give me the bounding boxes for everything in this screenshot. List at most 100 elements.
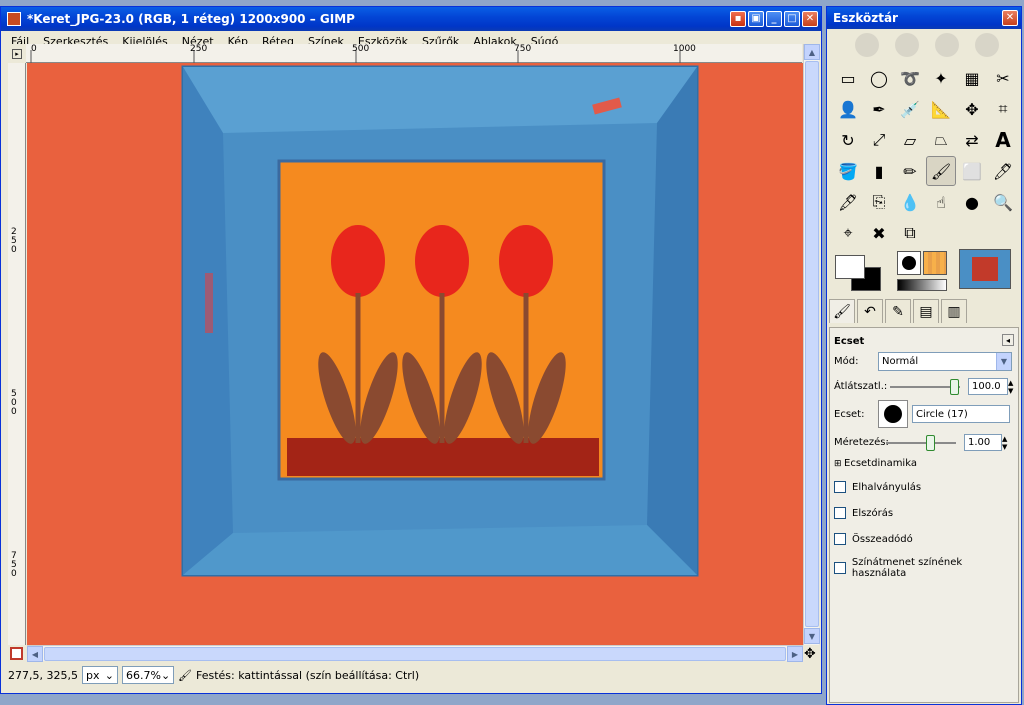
incremental-label: Összeadódó: [852, 533, 913, 545]
maximize-button[interactable]: □: [784, 11, 800, 27]
minimize-button[interactable]: _: [766, 11, 782, 27]
tab-tool-options[interactable]: 🖌: [829, 299, 855, 323]
gradient-preview[interactable]: [897, 279, 947, 291]
jitter-checkbox[interactable]: [834, 507, 846, 519]
ruler-label: 750: [514, 44, 532, 54]
scroll-up-button[interactable]: ▲: [804, 44, 820, 60]
rect-select-icon[interactable]: ▭: [833, 63, 863, 93]
mode-row: Mód: Normál ▼: [834, 352, 1016, 371]
incremental-checkbox-row[interactable]: Összeadódó: [834, 533, 913, 545]
pattern-preview[interactable]: [923, 251, 947, 275]
tool-options-title: Ecset: [834, 336, 865, 347]
image-window-titlebar[interactable]: *Keret_JPG-23.0 (RGB, 1 réteg) 1200x900 …: [1, 7, 821, 31]
clone-icon[interactable]: ⎘: [864, 187, 894, 217]
horizontal-scrollbar[interactable]: ◀ ▶: [27, 645, 803, 662]
heal-icon[interactable]: 💧: [895, 187, 925, 217]
ink-icon[interactable]: 🖋: [833, 187, 863, 217]
size-slider-handle[interactable]: [926, 434, 935, 451]
tab-paths[interactable]: ✎: [885, 299, 911, 323]
active-image-thumbnail[interactable]: [959, 249, 1011, 289]
pointer-coordinates: 277,5, 325,5: [8, 668, 78, 682]
pencil-icon[interactable]: ✏: [895, 156, 925, 186]
size-spinbox[interactable]: 1.00: [964, 434, 1002, 451]
brush-dynamics-expander[interactable]: ⊞ Ecsetdinamika: [834, 458, 917, 469]
gimp-icon[interactable]: ▪: [730, 11, 746, 27]
scroll-left-button[interactable]: ◀: [27, 646, 43, 662]
vertical-scrollbar[interactable]: ▲ ▼: [803, 44, 820, 645]
horizontal-ruler[interactable]: 0 250 500 750 1000: [26, 44, 802, 63]
mode-dropdown[interactable]: Normál ▼: [878, 352, 1012, 371]
crop-icon[interactable]: ⌗: [988, 94, 1018, 124]
dodge-burn-icon[interactable]: ●: [957, 187, 987, 217]
fuzzy-select-icon[interactable]: ✦: [926, 63, 956, 93]
foreground-color-swatch[interactable]: [835, 255, 865, 279]
fade-checkbox[interactable]: [834, 481, 846, 493]
bucket-fill-icon[interactable]: 🪣: [833, 156, 863, 186]
scissors-icon[interactable]: ✂: [988, 63, 1018, 93]
incremental-checkbox[interactable]: [834, 533, 846, 545]
toolbox-titlebar[interactable]: Eszköztár ✕: [827, 7, 1021, 29]
warp-icon[interactable]: ⧉: [895, 218, 925, 248]
color-select-icon[interactable]: ▦: [957, 63, 987, 93]
scroll-down-button[interactable]: ▼: [804, 628, 820, 644]
spin-arrows-icon[interactable]: ▲ ▼: [1008, 379, 1013, 395]
fade-checkbox-row[interactable]: Elhalványulás: [834, 481, 921, 493]
perspective-icon[interactable]: ⏢: [926, 125, 956, 155]
measure-icon[interactable]: 📐: [926, 94, 956, 124]
brush-row: Ecset: Circle (17): [834, 400, 1016, 428]
panel-menu-icon[interactable]: ◂: [1002, 334, 1014, 346]
airbrush-icon[interactable]: 🖊: [988, 156, 1018, 186]
jitter-checkbox-row[interactable]: Elszórás: [834, 507, 893, 519]
unit-value: px: [86, 668, 100, 682]
zoom-icon[interactable]: 🔍: [988, 187, 1018, 217]
foreground-select-icon[interactable]: 👤: [833, 94, 863, 124]
brush-pattern-gradient-selector[interactable]: [897, 251, 949, 293]
align-icon[interactable]: ⌖: [833, 218, 863, 248]
blend-icon[interactable]: ▮: [864, 156, 894, 186]
paintbrush-icon[interactable]: 🖌: [926, 156, 956, 186]
horizontal-scroll-thumb[interactable]: [44, 647, 786, 661]
ellipse-select-icon[interactable]: ◯: [864, 63, 894, 93]
brush-name-field[interactable]: Circle (17): [912, 405, 1010, 423]
gimp-app-icon[interactable]: [7, 12, 21, 26]
eraser-icon[interactable]: ⬜: [957, 156, 987, 186]
smudge-icon[interactable]: ☝: [926, 187, 956, 217]
navigate-icon[interactable]: ✥: [804, 646, 816, 662]
free-select-icon[interactable]: ➰: [895, 63, 925, 93]
scale-icon[interactable]: ⤢: [864, 125, 894, 155]
quick-mask-toggle[interactable]: [10, 647, 23, 660]
opacity-slider-handle[interactable]: [950, 378, 959, 395]
close-button[interactable]: ✕: [802, 11, 818, 27]
image-canvas[interactable]: [27, 63, 803, 645]
vertical-ruler[interactable]: 2 5 0 5 0 0 7 5 0: [8, 63, 26, 645]
fg-bg-color-selector[interactable]: [833, 253, 885, 295]
rotate-icon[interactable]: ↻: [833, 125, 863, 155]
text-icon[interactable]: A: [988, 125, 1018, 155]
jitter-label: Elszórás: [852, 507, 894, 519]
brush-button[interactable]: [878, 400, 908, 428]
gradient-color-checkbox[interactable]: [834, 562, 846, 574]
opacity-slider[interactable]: [890, 378, 960, 395]
scroll-right-button[interactable]: ▶: [787, 646, 803, 662]
tab-channels[interactable]: ▥: [941, 299, 967, 323]
ruler-corner-menu[interactable]: ▸: [8, 44, 26, 63]
restore-icon[interactable]: ▣: [748, 11, 764, 27]
toolbox-close-button[interactable]: ✕: [1002, 10, 1018, 26]
opacity-spinbox[interactable]: 100.0: [968, 378, 1008, 395]
flip-icon[interactable]: ⇄: [957, 125, 987, 155]
cage-icon[interactable]: ✖: [864, 218, 894, 248]
vertical-scroll-thumb[interactable]: [805, 61, 819, 627]
size-slider[interactable]: [886, 434, 956, 451]
unit-select[interactable]: px ⌄: [82, 666, 118, 684]
zoom-select[interactable]: 66.7% ⌄: [122, 666, 174, 684]
size-label: Méretezés:: [834, 437, 889, 448]
tab-undo-history[interactable]: ↶: [857, 299, 883, 323]
gradient-color-checkbox-row[interactable]: Színátmenet színének használata: [834, 557, 1018, 579]
paths-icon[interactable]: ✒: [864, 94, 894, 124]
tab-layers[interactable]: ▤: [913, 299, 939, 323]
spin-arrows-icon[interactable]: ▲ ▼: [1002, 435, 1007, 451]
brush-preview[interactable]: [897, 251, 921, 275]
shear-icon[interactable]: ▱: [895, 125, 925, 155]
color-picker-icon[interactable]: 💉: [895, 94, 925, 124]
move-icon[interactable]: ✥: [957, 94, 987, 124]
